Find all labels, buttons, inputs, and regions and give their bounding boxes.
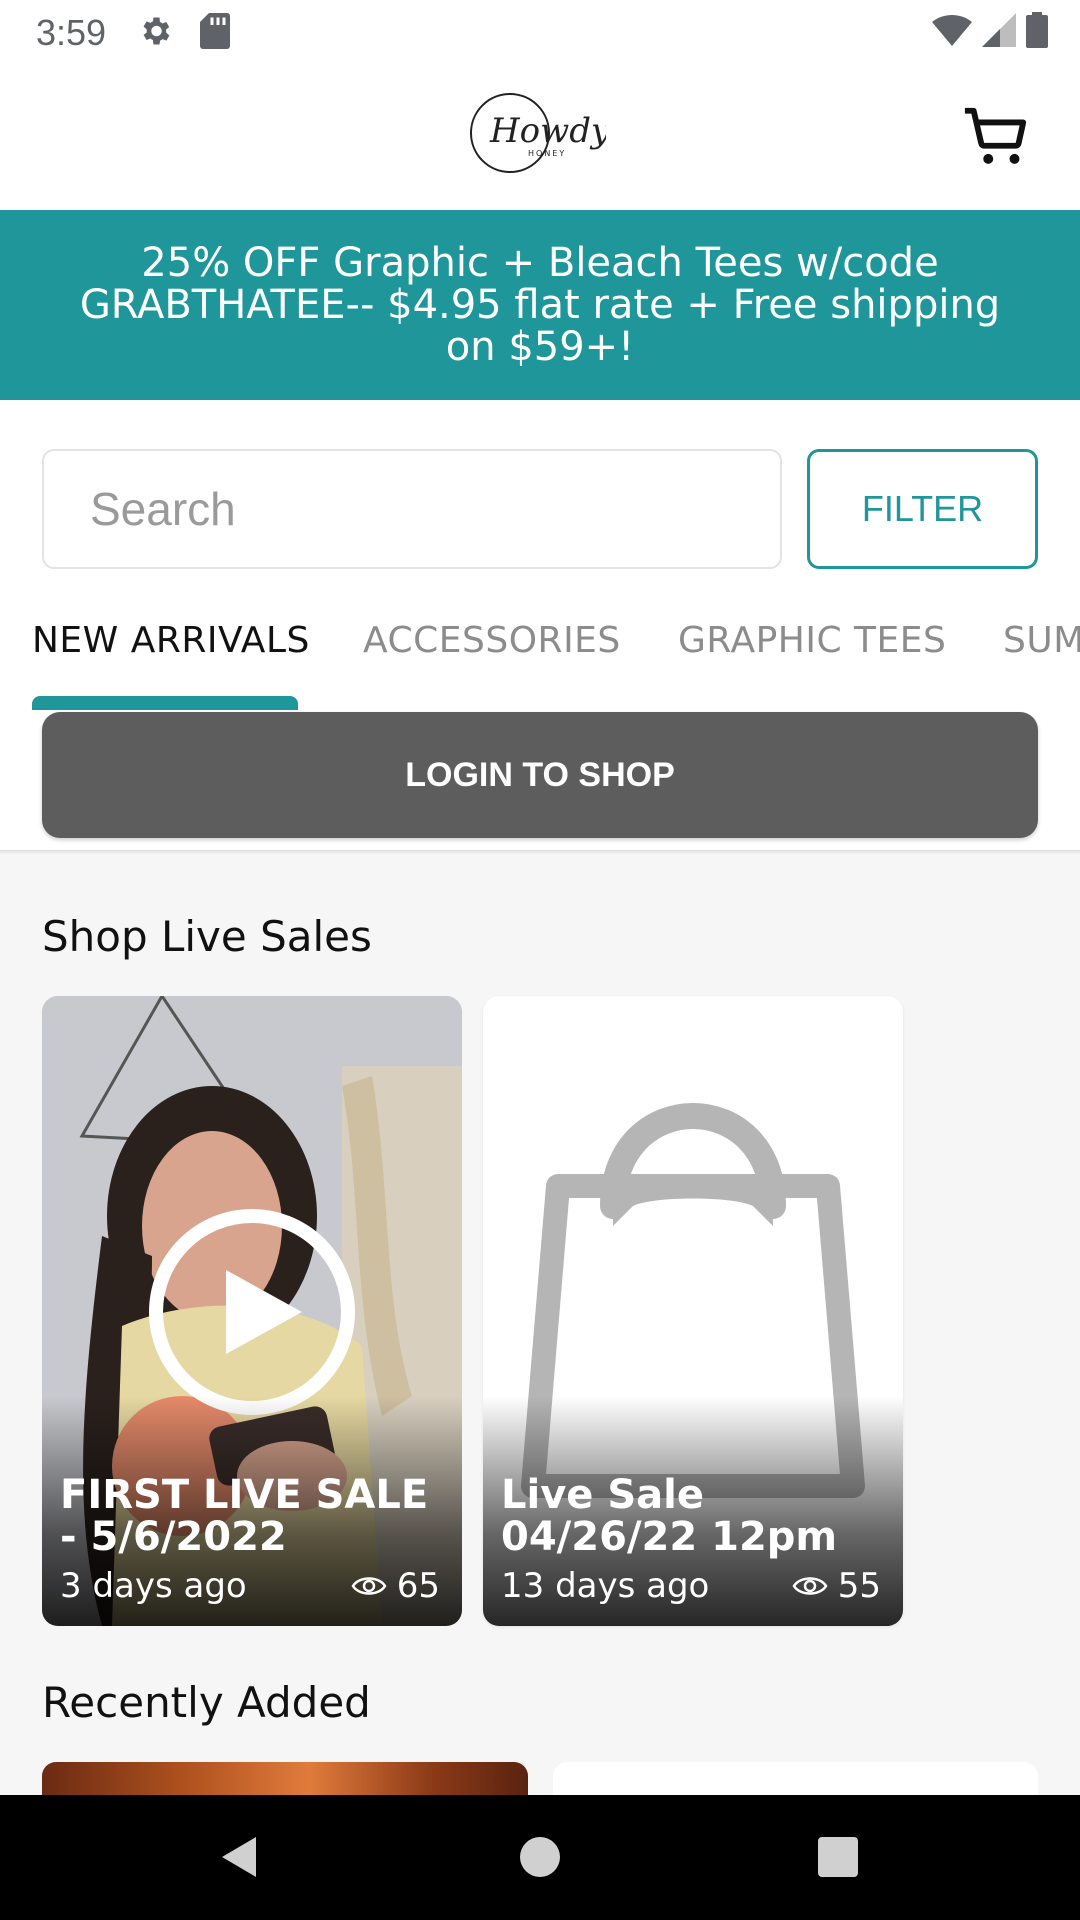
gear-icon (143, 17, 170, 45)
view-count-value: 55 (837, 1566, 881, 1606)
card-title: FIRST LIVE SALE - 5/6/2022 (60, 1472, 429, 1560)
section-title-recently-added: Recently Added (42, 1678, 371, 1727)
app-header: Howdy HONEY (0, 62, 1080, 210)
cart-icon[interactable] (962, 102, 1032, 172)
recents-icon[interactable] (818, 1837, 858, 1877)
live-sale-card[interactable]: Live Sale 04/26/22 12pm 13 days ago 55 (483, 996, 903, 1626)
svg-text:HONEY: HONEY (528, 149, 566, 158)
section-title-live-sales: Shop Live Sales (42, 912, 372, 961)
promo-banner[interactable]: 25% OFF Graphic + Bleach Tees w/code GRA… (0, 210, 1080, 400)
svg-text:Howdy: Howdy (489, 111, 606, 151)
search-input[interactable] (44, 451, 780, 567)
promo-text: 25% OFF Graphic + Bleach Tees w/code GRA… (79, 240, 1001, 370)
tab-graphic-tees[interactable]: GRAPHIC TEES (678, 620, 946, 661)
category-tabs: NEW ARRIVALS ACCESSORIES GRAPHIC TEES SU… (0, 600, 1080, 710)
tab-accessories[interactable]: ACCESSORIES (363, 620, 621, 661)
live-sale-card[interactable]: FIRST LIVE SALE - 5/6/2022 3 days ago 65 (42, 996, 462, 1626)
status-bar: 3:59 (0, 0, 1080, 62)
tab-indicator (32, 696, 298, 710)
login-to-shop-button[interactable]: LOGIN TO SHOP (42, 712, 1038, 838)
battery-icon (1026, 12, 1048, 48)
tab-summer[interactable]: SUM (1003, 620, 1080, 661)
view-count: 55 (792, 1566, 881, 1606)
back-icon[interactable] (218, 1835, 258, 1879)
card-title: Live Sale 04/26/22 12pm (501, 1472, 838, 1560)
card-age: 13 days ago (501, 1566, 710, 1606)
home-icon[interactable] (520, 1837, 560, 1877)
card-meta: 13 days ago 55 (501, 1566, 881, 1606)
status-time: 3:59 (36, 12, 107, 53)
signal-icon (982, 13, 1016, 47)
sd-card-icon (200, 13, 230, 49)
view-count: 65 (351, 1566, 440, 1606)
filter-button[interactable]: FILTER (807, 449, 1038, 569)
play-icon[interactable] (146, 1206, 358, 1418)
eye-icon (792, 1577, 828, 1595)
system-nav-bar (0, 1795, 1080, 1920)
tab-new-arrivals[interactable]: NEW ARRIVALS (32, 620, 310, 661)
card-meta: 3 days ago 65 (60, 1566, 440, 1606)
eye-icon (351, 1577, 387, 1595)
wifi-icon (932, 14, 972, 46)
search-box[interactable] (42, 449, 782, 569)
card-age: 3 days ago (60, 1566, 247, 1606)
view-count-value: 65 (396, 1566, 440, 1606)
brand-logo[interactable]: Howdy HONEY (470, 90, 606, 176)
